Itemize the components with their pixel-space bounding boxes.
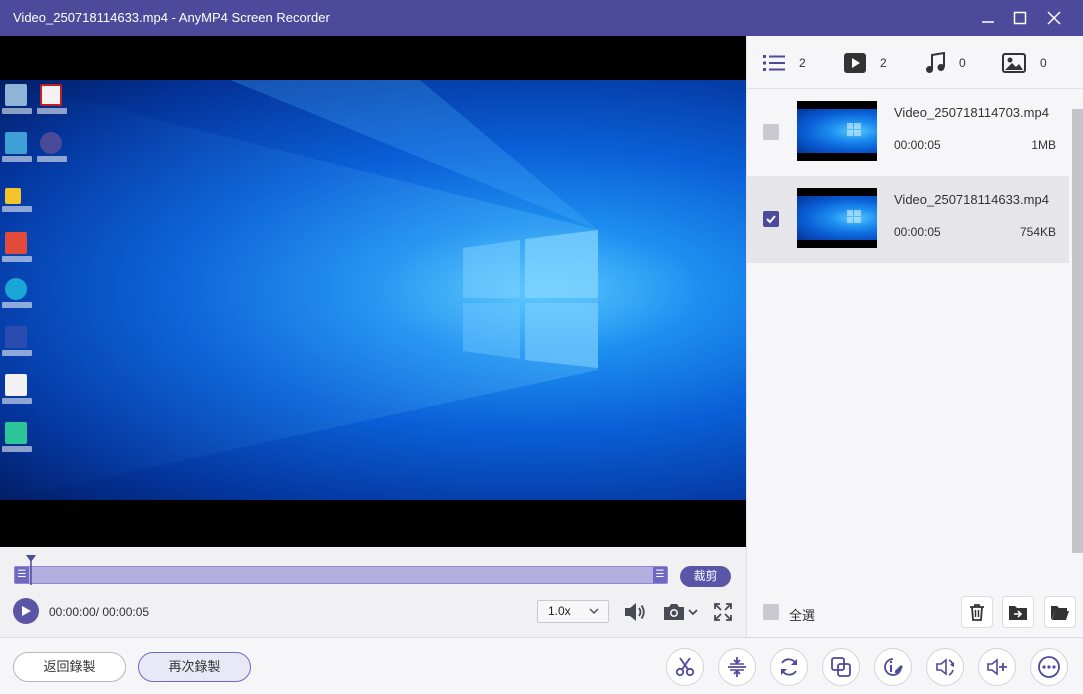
- recording-list-panel: 2 2 0 0 Video_250718114703.mp4 00:00:05 …: [746, 36, 1083, 637]
- video-icon: [844, 53, 866, 73]
- maximize-icon: [1013, 11, 1027, 25]
- edge-icon: [5, 278, 27, 300]
- video-thumbnail: [797, 188, 877, 248]
- open-folder-button[interactable]: [1044, 596, 1076, 628]
- more-icon: [1038, 656, 1060, 678]
- video-app-icon: [5, 326, 27, 348]
- item-size: 754KB: [1019, 225, 1056, 239]
- trim-end-handle[interactable]: ☰: [653, 567, 667, 583]
- video-thumbnail: [797, 101, 877, 161]
- snip-app-icon: [5, 422, 27, 444]
- volume-icon: [625, 603, 645, 621]
- scissors-icon: [675, 657, 695, 677]
- move-to-folder-button[interactable]: [1002, 596, 1034, 628]
- speed-select[interactable]: 1.0x: [537, 600, 609, 623]
- item-checkbox[interactable]: [763, 211, 779, 227]
- item-duration: 00:00:05: [894, 138, 941, 152]
- refresh-icon: [781, 658, 797, 676]
- folder-shortcut-icon: [5, 188, 21, 204]
- item-name: Video_250718114703.mp4: [894, 105, 1049, 120]
- item-checkbox[interactable]: [763, 124, 779, 140]
- minimize-button[interactable]: [976, 6, 1000, 30]
- back-to-record-button[interactable]: 返回錄製: [13, 652, 126, 682]
- volume-button[interactable]: [622, 600, 648, 624]
- tab-video[interactable]: 2: [844, 52, 887, 74]
- trim-tool-button[interactable]: [666, 648, 704, 686]
- check-icon: [766, 215, 776, 224]
- compress-tool-button[interactable]: [718, 648, 756, 686]
- clip-button[interactable]: 裁剪: [680, 566, 731, 587]
- folder-open-icon: [1051, 606, 1069, 620]
- media-type-tabs: 2 2 0 0: [747, 36, 1083, 89]
- list-icon: [763, 55, 785, 71]
- item-name: Video_250718114633.mp4: [894, 192, 1049, 207]
- volume-boost-tool-button[interactable]: [926, 648, 964, 686]
- speaker-rotate-icon: [936, 658, 954, 676]
- select-all-label: 全選: [789, 608, 816, 623]
- tab-all[interactable]: 2: [763, 52, 806, 74]
- list-scrollbar[interactable]: [1072, 109, 1083, 553]
- recycle-bin-icon: [5, 84, 27, 106]
- record-again-button[interactable]: 再次錄製: [138, 652, 251, 682]
- folder-export-icon: [1009, 606, 1027, 620]
- speaker-add-icon: [987, 658, 1007, 676]
- convert-tool-button[interactable]: [770, 648, 808, 686]
- maximize-button[interactable]: [1008, 6, 1032, 30]
- camera-icon: [664, 604, 684, 620]
- item-duration: 00:00:05: [894, 225, 941, 239]
- chevron-down-icon: [589, 608, 599, 615]
- playhead-marker[interactable]: [26, 555, 36, 585]
- merge-tool-button[interactable]: [822, 648, 860, 686]
- play-icon: [22, 606, 31, 616]
- desktop-frame: [0, 80, 746, 500]
- playback-time: 00:00:00/ 00:00:05: [49, 605, 150, 619]
- pdf-app-icon: [40, 84, 62, 106]
- fullscreen-button[interactable]: [712, 600, 734, 624]
- image-icon: [1002, 53, 1026, 73]
- play-button[interactable]: [13, 598, 39, 624]
- title-bar: Video_250718114633.mp4 - AnyMP4 Screen R…: [0, 0, 1083, 36]
- trash-icon: [970, 604, 984, 621]
- music-icon: [926, 52, 945, 73]
- info-edit-icon: [884, 658, 903, 676]
- player-controls: ☰ ☰ 裁剪 00:00:00/ 00:00:05 1.0x: [0, 547, 746, 637]
- anymp4-app-icon: [40, 132, 62, 154]
- add-audio-tool-button[interactable]: [978, 648, 1016, 686]
- list-item[interactable]: Video_250718114633.mp4 00:00:05 754KB: [747, 176, 1069, 263]
- metadata-tool-button[interactable]: [874, 648, 912, 686]
- select-all-checkbox[interactable]: [763, 604, 779, 620]
- close-icon: [1047, 11, 1061, 25]
- list-item[interactable]: Video_250718114703.mp4 00:00:05 1MB: [747, 89, 1069, 176]
- chevron-down-icon: [688, 609, 698, 616]
- bottom-toolbar: 返回錄製 再次錄製: [0, 637, 1083, 694]
- app-shortcut-icon: [5, 232, 27, 254]
- video-preview[interactable]: [0, 36, 746, 547]
- fullscreen-icon: [714, 603, 732, 621]
- delete-button[interactable]: [961, 596, 993, 628]
- document-icon: [5, 374, 27, 396]
- speed-value: 1.0x: [548, 604, 571, 618]
- tab-audio[interactable]: 0: [925, 52, 966, 74]
- minimize-icon: [982, 21, 994, 23]
- merge-icon: [831, 657, 851, 677]
- window-title: Video_250718114633.mp4 - AnyMP4 Screen R…: [13, 10, 330, 25]
- total-app-icon: [5, 132, 27, 154]
- close-button[interactable]: [1042, 6, 1066, 30]
- snapshot-button[interactable]: [659, 600, 701, 624]
- compress-icon: [728, 657, 746, 677]
- item-size: 1MB: [1031, 138, 1056, 152]
- windows-wallpaper: [0, 80, 598, 500]
- more-tools-button[interactable]: [1030, 648, 1068, 686]
- tab-image[interactable]: 0: [1002, 52, 1047, 74]
- trim-timeline[interactable]: ☰ ☰: [14, 566, 668, 584]
